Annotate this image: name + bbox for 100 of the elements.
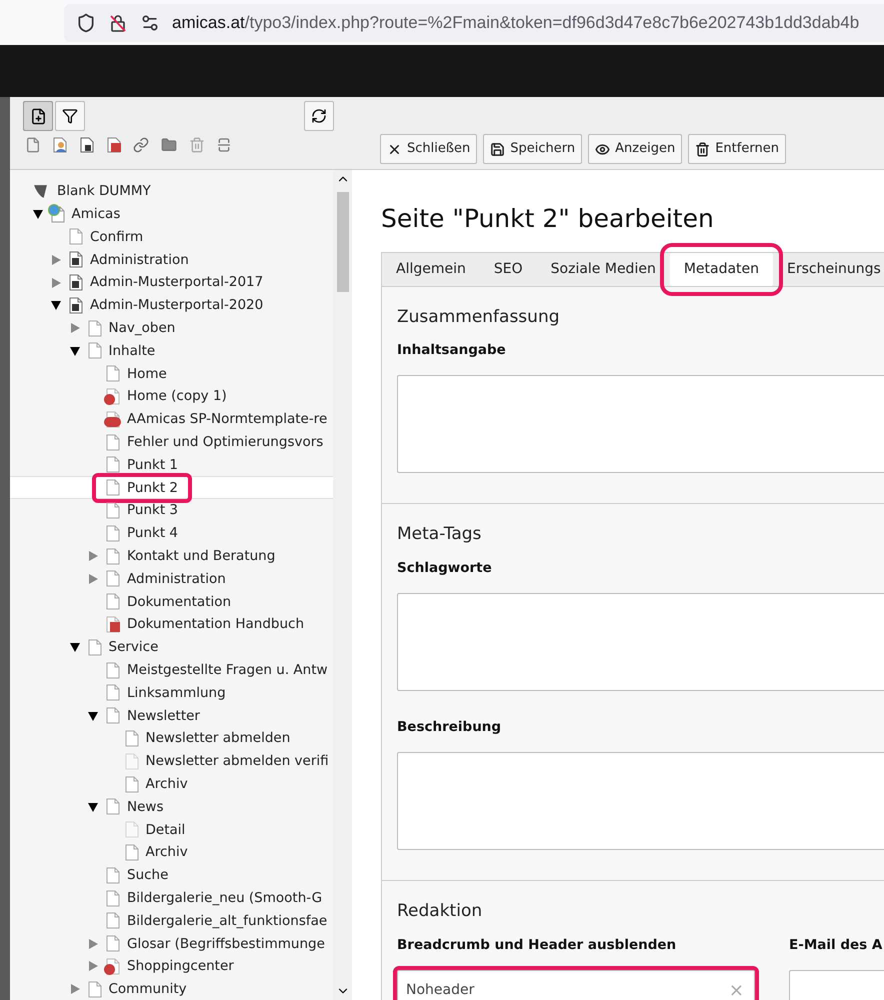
shield-icon[interactable] (76, 12, 96, 32)
tab[interactable]: Soziale Medien (536, 252, 670, 286)
tree-item[interactable]: Community (10, 978, 333, 1000)
tree-item[interactable]: Meistgestellte Fragen u. Antw (10, 658, 333, 682)
shortcut-page-icon (69, 251, 83, 268)
tree-label: Suche (127, 866, 168, 886)
tree-item[interactable]: Bildergalerie_neu (Smooth-G (10, 886, 333, 910)
tree-item[interactable]: Shoppingcenter (10, 955, 333, 978)
link-icon[interactable] (133, 137, 149, 153)
hidden-page-icon (106, 958, 120, 975)
tab[interactable]: Allgemein (382, 252, 480, 286)
expanded-toggle-icon[interactable] (51, 300, 61, 310)
refresh-button[interactable] (304, 101, 334, 131)
external-page-icon (106, 616, 120, 634)
collapsed-toggle-icon[interactable] (70, 323, 80, 334)
collapsed-toggle-icon[interactable] (70, 984, 80, 994)
tree-label: Glosar (Begriffsbestimmunge (127, 934, 325, 954)
tree-item[interactable]: AAmicas SP-Normtemplate-re (10, 408, 333, 431)
toolbar-button[interactable]: Speichern (483, 134, 582, 164)
shortcut-page-icon[interactable] (79, 137, 95, 153)
collapsed-toggle-icon[interactable] (88, 551, 98, 562)
tree-item[interactable]: Punkt 4 (10, 522, 333, 545)
tree-item[interactable]: Service (10, 636, 333, 659)
page-icon (124, 821, 138, 838)
tree-item[interactable]: Glosar (Begriffsbestimmunge (10, 932, 333, 956)
tree-label: Administration (127, 570, 226, 589)
external-page-icon[interactable] (106, 137, 122, 153)
expanded-toggle-icon[interactable] (88, 802, 98, 812)
tree-item[interactable]: Administration (10, 568, 333, 590)
tree-label: Administration (90, 250, 189, 270)
tree-item[interactable]: Blank DUMMY (10, 180, 333, 203)
tree-label: Newsletter abmelden (146, 729, 290, 748)
tree-item[interactable]: Punkt 3 (10, 499, 333, 522)
collapsed-toggle-icon[interactable] (51, 278, 61, 288)
tree-label: Admin-Musterportal-2020 (90, 296, 264, 316)
page-icon (106, 502, 120, 520)
tree-item[interactable]: Home (10, 362, 333, 386)
tree-item[interactable]: Dokumentation Handbuch (10, 613, 333, 636)
tree-item[interactable]: Amicas (10, 202, 333, 226)
toolbar-button[interactable]: Schließen (380, 134, 478, 164)
tree-label: Amicas (72, 205, 120, 224)
tree-item[interactable]: Archiv (10, 841, 333, 864)
expanded-toggle-icon[interactable] (70, 642, 80, 652)
divider-icon[interactable] (216, 137, 232, 153)
tree-item[interactable]: Dokumentation (10, 590, 333, 614)
field-label: E-Mail des A (789, 936, 884, 955)
page-icon (106, 662, 120, 679)
expanded-toggle-icon[interactable] (32, 209, 42, 220)
expanded-toggle-icon[interactable] (88, 710, 98, 721)
scrollbar[interactable] (333, 170, 352, 1000)
tree-item[interactable]: Kontakt und Beratung (10, 544, 333, 568)
filter-button[interactable] (55, 101, 85, 131)
tree-item[interactable]: Inhalte (10, 340, 333, 362)
tree-item[interactable]: Newsletter (10, 704, 333, 728)
tree-item[interactable]: Admin-Musterportal-2017 (10, 271, 333, 294)
settings-icon[interactable] (140, 12, 160, 32)
tree-item[interactable]: Administration (10, 248, 333, 272)
tree-item[interactable]: Newsletter abmelden verifi (10, 750, 333, 773)
tree-item[interactable]: Home (copy 1) (10, 385, 333, 408)
tree-item[interactable]: News (10, 796, 333, 818)
tree-label: Archiv (146, 843, 188, 862)
tree-item[interactable]: Fehler und Optimierungsvors (10, 430, 333, 454)
tree-item[interactable]: Bildergalerie_alt_funktionsfae (10, 910, 333, 932)
toolbar-button[interactable]: Anzeigen (588, 134, 682, 164)
page-icon (106, 798, 120, 816)
tree-item[interactable]: Archiv (10, 772, 333, 796)
tree-item[interactable]: Detail (10, 818, 333, 842)
tree-label: Punkt 1 (127, 456, 178, 475)
collapsed-toggle-icon[interactable] (88, 938, 98, 949)
eye-icon (595, 142, 610, 156)
folder-icon[interactable] (160, 137, 178, 153)
tree-item[interactable]: Newsletter abmelden (10, 727, 333, 750)
new-page-button[interactable] (23, 101, 53, 131)
scrollbar-thumb[interactable] (336, 192, 348, 292)
tree-label: Shoppingcenter (127, 957, 234, 976)
page-icon[interactable] (25, 137, 41, 153)
tree-item[interactable]: Linksammlung (10, 682, 333, 704)
tree-label: Dokumentation Handbuch (127, 615, 304, 634)
page-icon (106, 890, 120, 907)
tab[interactable]: Erscheinungs (773, 252, 884, 286)
page-icon (88, 320, 102, 337)
tree-item[interactable]: Confirm (10, 226, 333, 248)
toolbar-button[interactable]: Entfernen (688, 134, 786, 164)
tree-item[interactable]: Admin-Musterportal-2020 (10, 294, 333, 317)
filter-icon (62, 108, 78, 124)
tree-label: Newsletter (127, 706, 200, 726)
expanded-toggle-icon[interactable] (70, 346, 80, 356)
tree-label: Home (copy 1) (127, 387, 227, 406)
tab[interactable]: SEO (480, 252, 537, 286)
collapsed-toggle-icon[interactable] (88, 574, 98, 584)
page-icon (106, 570, 120, 588)
page-icon (106, 434, 120, 451)
tree-item[interactable]: Punkt 1 (10, 454, 333, 476)
lock-slash-icon[interactable] (108, 12, 128, 32)
collapsed-toggle-icon[interactable] (88, 961, 98, 972)
user-page-icon[interactable] (52, 137, 68, 153)
collapsed-toggle-icon[interactable] (51, 254, 61, 265)
tab[interactable]: Metadaten (670, 252, 774, 286)
tree-item[interactable]: Nav_oben (10, 316, 333, 340)
tree-item[interactable]: Suche (10, 864, 333, 887)
